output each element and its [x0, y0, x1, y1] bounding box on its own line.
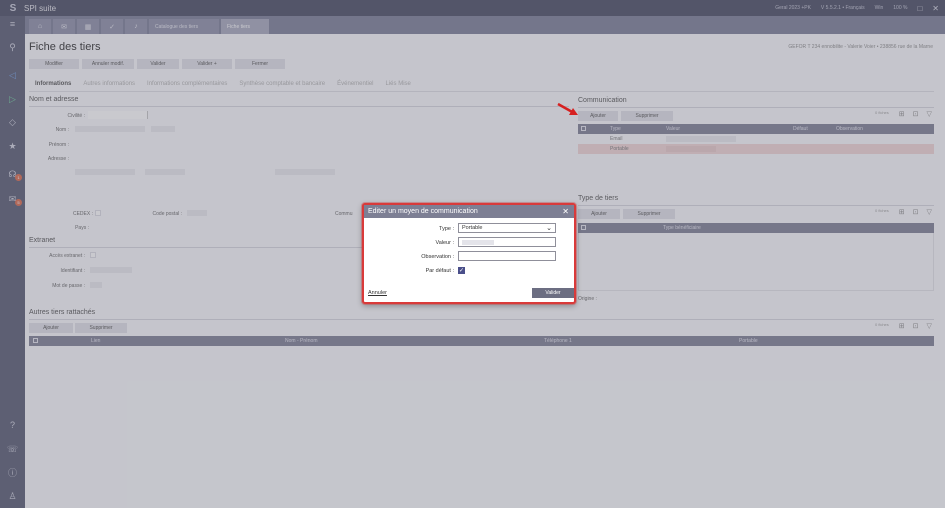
valeur-label: Valeur : — [435, 240, 454, 246]
observation-label: Observation : — [421, 254, 454, 260]
valider-dialog-button[interactable]: Valider — [532, 288, 574, 298]
dialog-header: Editer un moyen de communication ✕ — [364, 205, 574, 218]
type-label: Type : — [439, 226, 454, 232]
observation-input[interactable] — [458, 251, 556, 261]
dialog-title: Editer un moyen de communication — [368, 208, 478, 215]
chevron-down-icon: ⌄ — [546, 225, 552, 232]
valeur-value — [462, 239, 494, 245]
type-select-value: Portable — [462, 225, 483, 231]
annuler-link[interactable]: Annuler — [368, 290, 387, 296]
par-defaut-label: Par défaut : — [425, 268, 454, 274]
close-icon[interactable]: ✕ — [562, 207, 569, 216]
edit-communication-dialog: Editer un moyen de communication ✕ Type … — [362, 203, 576, 304]
annotation-arrow-icon — [557, 102, 578, 115]
par-defaut-checkbox[interactable]: ✓ — [458, 267, 465, 274]
valeur-input[interactable] — [458, 237, 556, 247]
type-select[interactable]: Portable ⌄ — [458, 223, 556, 233]
